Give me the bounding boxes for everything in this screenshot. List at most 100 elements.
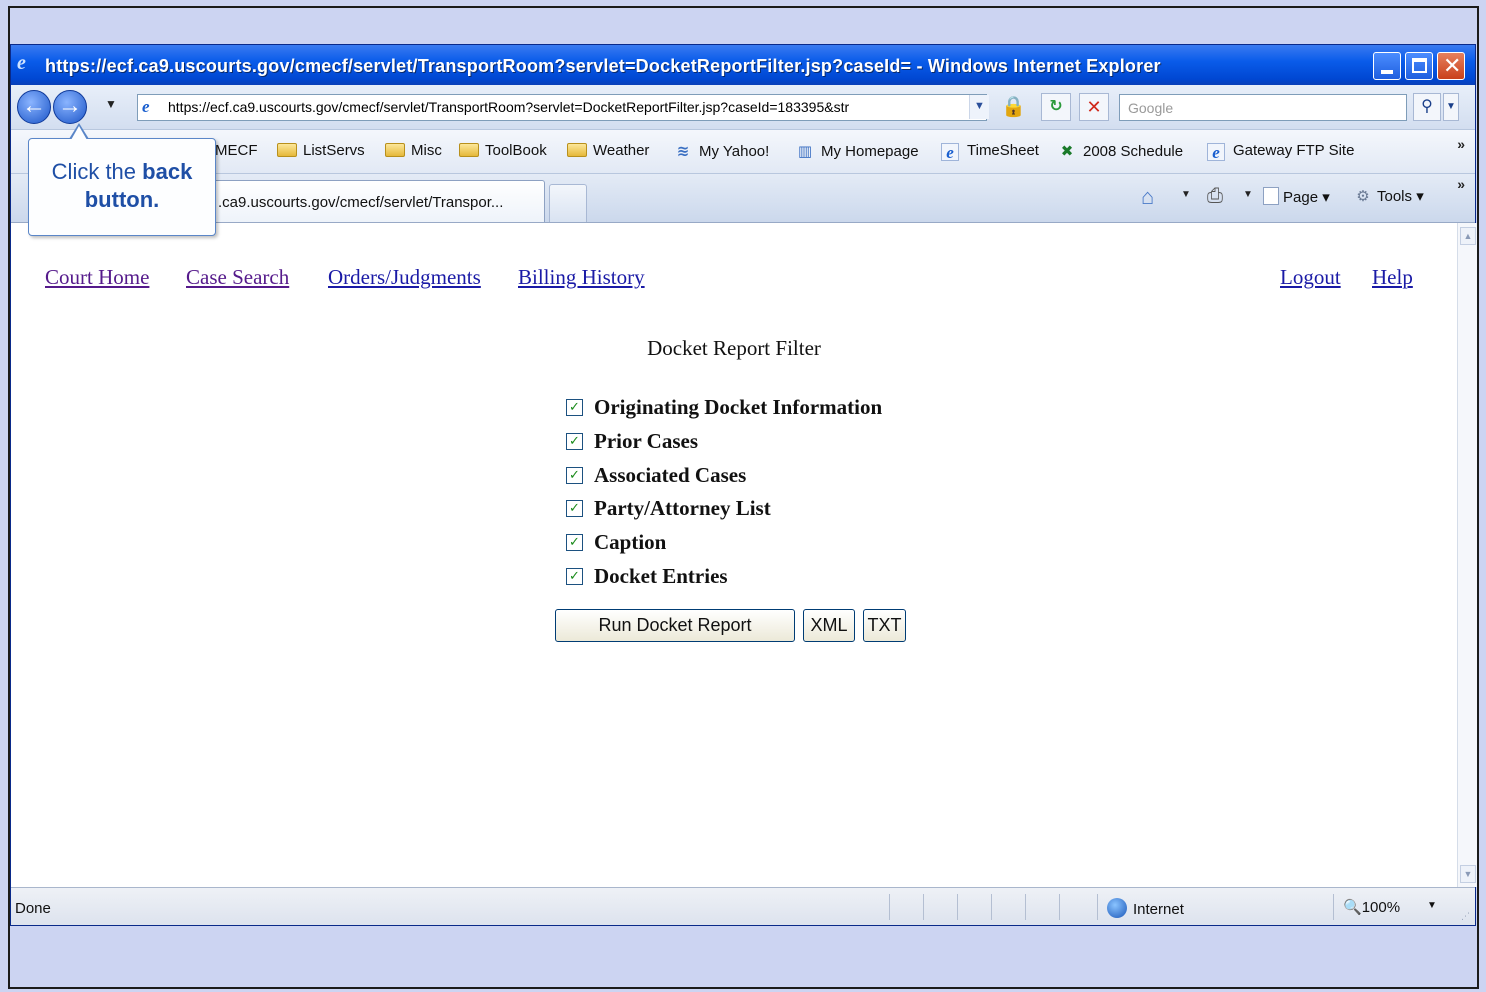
callout-line-1: Click the back [51, 159, 193, 184]
print-icon[interactable]: ⎙ [1207, 185, 1223, 208]
zoom-level[interactable]: 🔍100% [1343, 898, 1400, 916]
status-divider [957, 894, 958, 920]
tab-label: .ca9.uscourts.gov/cmecf/servlet/Transpor… [218, 194, 504, 211]
resize-grip-icon[interactable]: ⋰ [1461, 911, 1473, 923]
page-menu[interactable]: Page ▾ [1263, 187, 1330, 206]
folder-icon [459, 143, 479, 157]
favorite-gateway-ftp[interactable]: e Gateway FTP Site [1207, 142, 1354, 162]
page-icon [1263, 187, 1279, 205]
link-orders-judgments[interactable]: Orders/Judgments [328, 265, 481, 290]
magnifier-icon: 🔍 [1343, 899, 1362, 916]
option-label: Associated Cases [594, 463, 747, 487]
excel-icon: ✖ [1060, 143, 1074, 160]
checkbox-associated-cases[interactable]: ✓ [566, 467, 583, 484]
folder-icon [277, 143, 297, 157]
globe-icon [1107, 898, 1127, 918]
checkbox-party-attorney-list[interactable]: ✓ [566, 500, 583, 517]
close-icon: ✕ [1443, 53, 1462, 78]
scroll-down-icon[interactable]: ▼ [1460, 865, 1476, 883]
tab-bar: .ca9.uscourts.gov/cmecf/servlet/Transpor… [11, 173, 1475, 223]
title-bar: e https://ecf.ca9.uscourts.gov/cmecf/ser… [11, 45, 1475, 85]
back-button[interactable]: ← [17, 90, 51, 124]
status-divider [889, 894, 890, 920]
favorite-mecf[interactable]: MECF [215, 142, 258, 159]
minimize-icon [1381, 70, 1393, 74]
folder-icon [385, 143, 405, 157]
checkbox-caption[interactable]: ✓ [566, 534, 583, 551]
tools-menu[interactable]: ⚙ Tools ▾ [1353, 187, 1423, 205]
forward-button[interactable]: → [53, 90, 87, 124]
option-label: Originating Docket Information [594, 395, 883, 419]
address-dropdown[interactable]: ▼ [969, 95, 989, 119]
status-divider [991, 894, 992, 920]
home-icon[interactable]: ⌂ [1141, 184, 1154, 210]
address-bar[interactable]: e https://ecf.ca9.uscourts.gov/cmecf/ser… [137, 94, 987, 121]
checkbox-prior-cases[interactable]: ✓ [566, 433, 583, 450]
callout-line-2: button. [84, 187, 160, 212]
folder-icon [567, 143, 587, 157]
navigation-bar: ← → ▼ e https://ecf.ca9.uscourts.gov/cme… [11, 85, 1475, 129]
page-icon: e [142, 97, 150, 116]
minimize-button[interactable] [1373, 52, 1401, 80]
page-title: Docket Report Filter [647, 336, 821, 360]
favorite-2008-schedule[interactable]: ✖ 2008 Schedule [1057, 142, 1183, 160]
address-input[interactable]: https://ecf.ca9.uscourts.gov/cmecf/servl… [168, 99, 966, 115]
favorite-toolbook[interactable]: ToolBook [459, 142, 547, 159]
txt-button[interactable]: TXT [863, 609, 906, 642]
favorite-weather[interactable]: Weather [567, 142, 649, 159]
link-case-search[interactable]: Case Search [186, 265, 289, 290]
ie-logo-icon: e [17, 52, 26, 74]
home-dropdown[interactable]: ▼ [1181, 189, 1191, 200]
link-billing-history[interactable]: Billing History [518, 265, 645, 290]
link-logout[interactable]: Logout [1280, 265, 1341, 290]
favorite-my-yahoo[interactable]: ≋ My Yahoo! [673, 142, 770, 160]
link-help[interactable]: Help [1372, 265, 1413, 290]
more-commands-chevron-icon[interactable]: » [1457, 176, 1465, 192]
ie-page-icon: e [941, 143, 959, 162]
page-content: Court Home Case Search Orders/Judgments … [11, 223, 1457, 887]
window-title: https://ecf.ca9.uscourts.gov/cmecf/servl… [45, 56, 1161, 76]
status-divider [1333, 894, 1334, 920]
callout-pointer-fill [71, 126, 87, 140]
maximize-button[interactable] [1405, 52, 1433, 80]
status-text: Done [15, 900, 51, 917]
checkbox-originating-docket[interactable]: ✓ [566, 399, 583, 416]
close-button[interactable]: ✕ [1437, 52, 1465, 80]
security-zone[interactable]: Internet [1107, 898, 1184, 918]
new-tab-button[interactable] [549, 184, 587, 222]
search-options-dropdown[interactable]: ▼ [1443, 93, 1459, 121]
scroll-up-icon[interactable]: ▲ [1460, 227, 1476, 245]
status-divider [1025, 894, 1026, 920]
lock-icon[interactable]: 🔒 [1001, 95, 1026, 119]
status-divider [1059, 894, 1060, 920]
ie-page-icon: e [1207, 143, 1225, 162]
run-docket-report-button[interactable]: Run Docket Report [555, 609, 795, 642]
tab-current-page[interactable]: .ca9.uscourts.gov/cmecf/servlet/Transpor… [205, 180, 545, 222]
checkbox-docket-entries[interactable]: ✓ [566, 568, 583, 585]
status-divider [923, 894, 924, 920]
vertical-scrollbar[interactable]: ▲ ▼ [1457, 223, 1477, 887]
gear-icon: ⚙ [1356, 188, 1370, 205]
search-placeholder: Google [1128, 100, 1174, 116]
link-court-home[interactable]: Court Home [45, 265, 149, 290]
maximize-icon [1412, 58, 1427, 73]
refresh-button[interactable]: ↻ [1041, 93, 1071, 121]
favorite-listservs[interactable]: ListServs [277, 142, 365, 159]
print-dropdown[interactable]: ▼ [1243, 189, 1253, 200]
search-input[interactable]: Google [1119, 94, 1407, 121]
browser-window: e https://ecf.ca9.uscourts.gov/cmecf/ser… [10, 44, 1477, 926]
recent-pages-dropdown[interactable]: ▼ [105, 97, 117, 111]
favorite-misc[interactable]: Misc [385, 142, 442, 159]
search-button[interactable]: ⚲ [1413, 93, 1441, 121]
favorite-my-homepage[interactable]: ▥ My Homepage [795, 142, 919, 160]
favorite-timesheet[interactable]: e TimeSheet [941, 142, 1039, 162]
more-favorites-chevron-icon[interactable]: » [1457, 136, 1465, 152]
feed-icon: ≋ [676, 143, 690, 160]
xml-button[interactable]: XML [803, 609, 855, 642]
book-icon: ▥ [797, 143, 813, 160]
stop-button[interactable]: ✕ [1079, 93, 1109, 121]
zoom-dropdown[interactable]: ▼ [1427, 900, 1437, 911]
option-label: Party/Attorney List [594, 496, 771, 520]
tutorial-callout: Click the back button. [28, 123, 216, 236]
favorites-bar: MECF ListServs Misc ToolBook Weather ≋ My… [11, 129, 1475, 173]
